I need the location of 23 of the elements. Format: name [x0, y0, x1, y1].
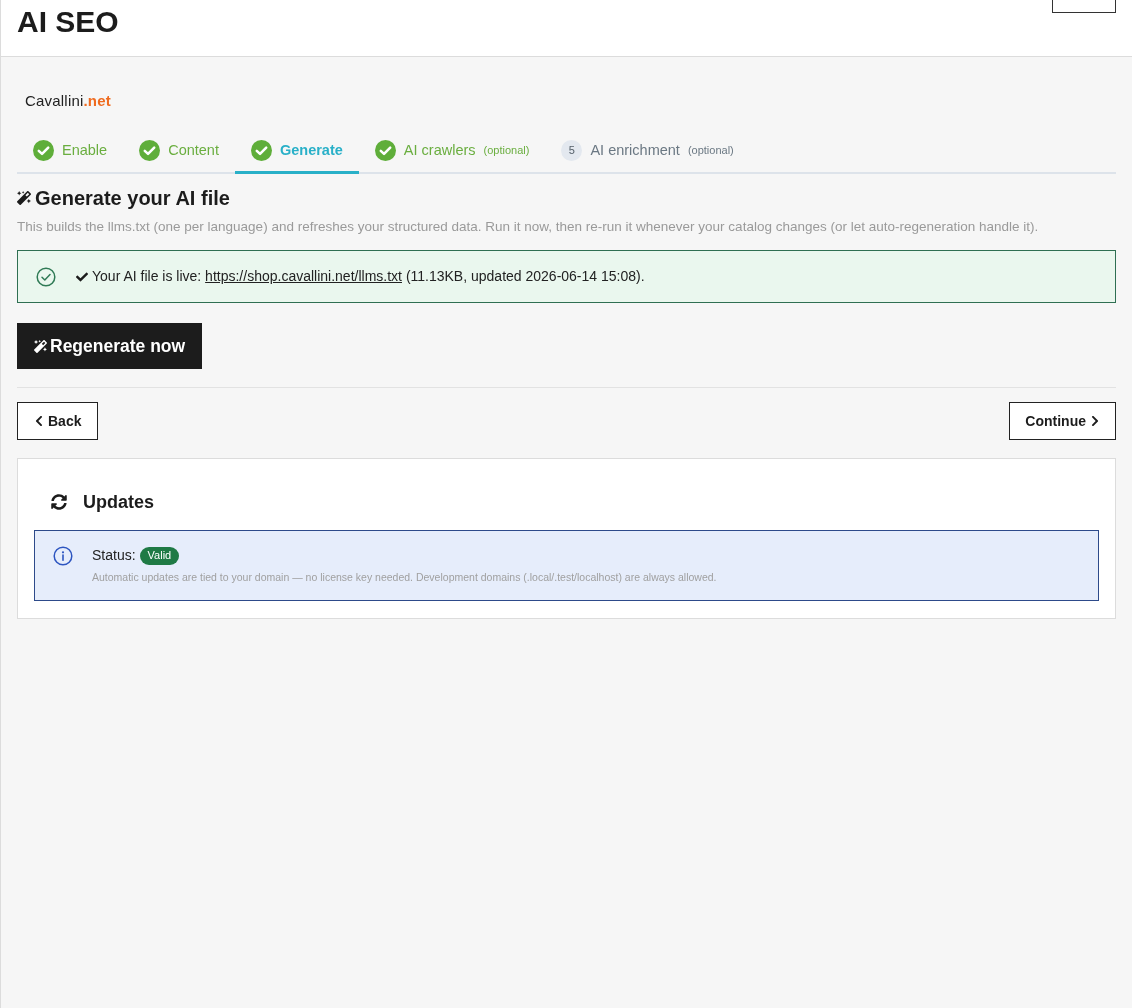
status-label: Status: [92, 546, 136, 565]
magic-wand-icon [34, 339, 47, 353]
refresh-icon [51, 494, 67, 510]
magic-wand-icon [17, 191, 31, 205]
file-link[interactable]: https://shop.cavallini.net/llms.txt [205, 268, 402, 284]
alert-message: Your AI file is live: https://shop.cavallini.net/llms.txt (11.13KB, updated 2026-06-14 15:08). [92, 267, 645, 286]
step-number: 5 [561, 140, 583, 161]
chevron-left-icon [34, 415, 44, 427]
check-icon [76, 270, 88, 283]
updates-title: Updates [83, 491, 154, 513]
logo: Cavallini.net [25, 92, 111, 110]
regenerate-button[interactable]: Regenerate now [17, 323, 203, 369]
page-title: AI SEO [17, 4, 119, 40]
status-badge: Valid [139, 546, 180, 565]
status-note: Automatic updates are tied to your domain — no license key needed. Development domains (.local/.test/localhost) are always allowed. [92, 570, 717, 584]
section-description: This builds the llms.txt (one per language) and refreshes your structured data. Run it now, then re-run it whenever your catalog changes (or let auto-regeneration handle it). [17, 218, 1040, 236]
continue-button[interactable]: Continue [1009, 402, 1116, 440]
section-title: Generate your AI file [35, 186, 230, 210]
info-icon [53, 546, 73, 566]
check-circle-icon [36, 266, 56, 287]
back-button[interactable]: Back [17, 402, 99, 440]
chevron-right-icon [1090, 415, 1100, 427]
step-tab[interactable]: 5 AI enrichment (optional) [545, 130, 750, 174]
